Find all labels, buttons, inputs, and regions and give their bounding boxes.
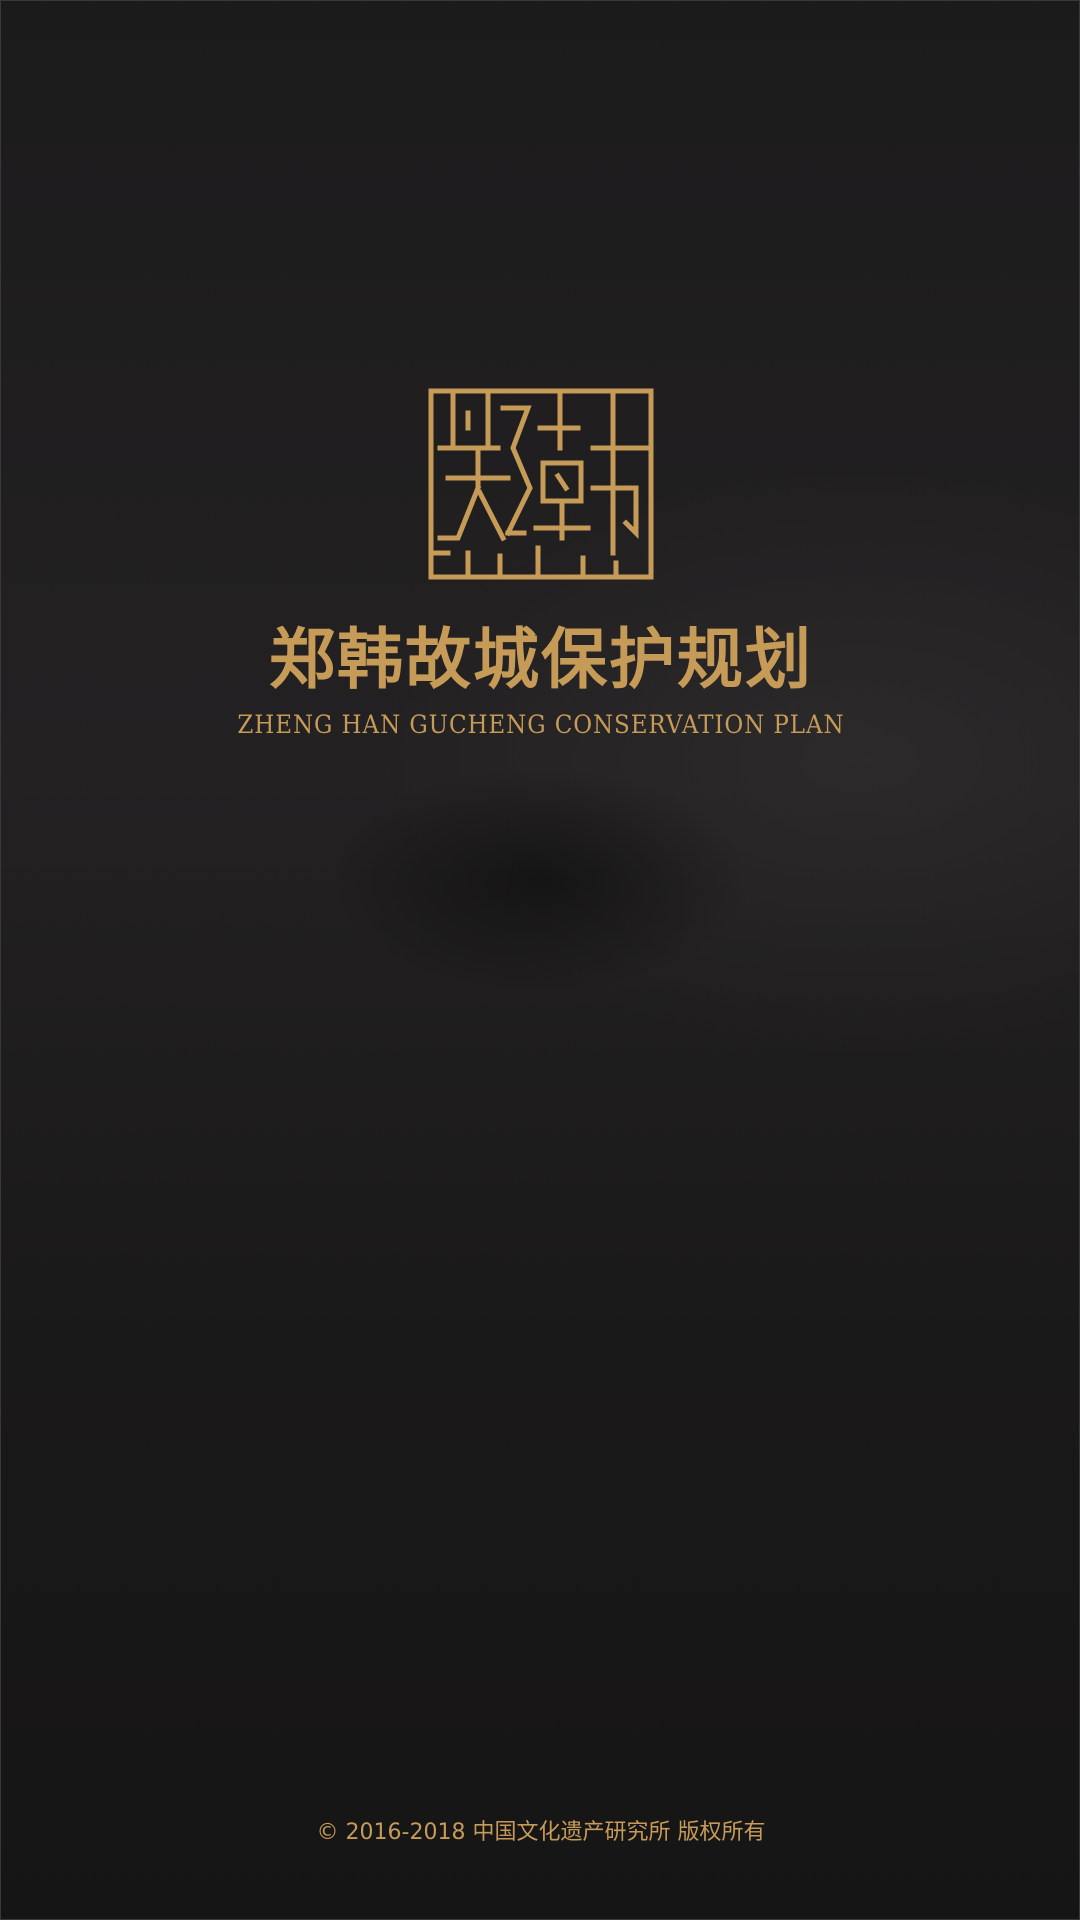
seal-logo-icon bbox=[428, 388, 654, 580]
app-title-english: ZHENG HAN GUCHENG CONSERVATION PLAN bbox=[237, 710, 845, 739]
copyright-text: © 2016-2018 中国文化遗产研究所 版权所有 bbox=[316, 1820, 766, 1845]
splash-screen: 郑韩故城保护规划 ZHENG HAN GUCHENG CONSERVATION … bbox=[0, 0, 1080, 1920]
app-title-chinese: 郑韩故城保护规划 bbox=[269, 620, 813, 698]
